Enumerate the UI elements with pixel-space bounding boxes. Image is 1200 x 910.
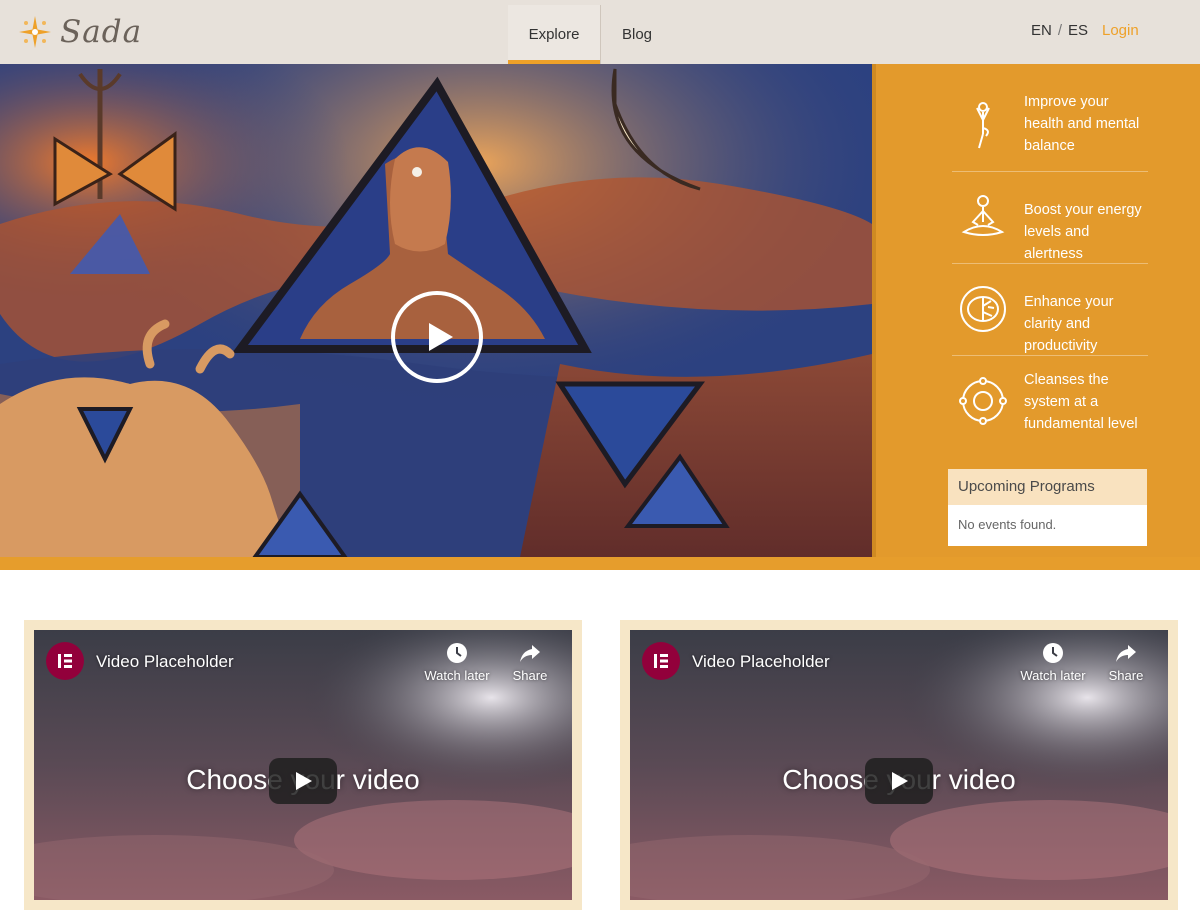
- sun-logo-icon: [19, 16, 51, 48]
- site-logo[interactable]: Sada: [18, 10, 142, 54]
- benefit-text: Boost your energy levels and alertness: [1024, 202, 1142, 262]
- benefit-text: Improve your health and mental balance: [1024, 94, 1140, 154]
- share-label: Share: [512, 668, 548, 683]
- watch-later-button[interactable]: Watch later: [422, 642, 492, 683]
- hero-play-button[interactable]: [389, 289, 485, 385]
- video-title[interactable]: Video Placeholder: [692, 652, 830, 672]
- video-card: Video Placeholder Watch later Share Choo…: [24, 620, 582, 910]
- clock-icon: [447, 643, 467, 663]
- language-switcher: EN / ES: [1031, 22, 1088, 39]
- benefit-item: Enhance your clarity and productivity: [952, 264, 1148, 356]
- site-header: Sada Explore Blog EN / ES Login: [0, 0, 1200, 64]
- share-icon: [1116, 645, 1136, 662]
- upcoming-programs: Upcoming Programs No events found.: [948, 469, 1147, 546]
- video-card: Video Placeholder Watch later Share Choo…: [620, 620, 1178, 910]
- elementor-logo-icon[interactable]: [642, 642, 680, 680]
- share-icon: [520, 645, 540, 662]
- meditation-icon: [961, 195, 1005, 236]
- hero-painting[interactable]: [0, 64, 872, 557]
- lang-es[interactable]: ES: [1068, 22, 1088, 39]
- programs-title: Upcoming Programs: [948, 469, 1147, 505]
- benefit-text: Cleanses the system at a fundamental lev…: [1024, 372, 1138, 432]
- benefits-panel: Improve your health and mental balance B…: [872, 64, 1200, 557]
- share-label: Share: [1108, 668, 1144, 683]
- share-button[interactable]: Share: [1106, 642, 1146, 683]
- lang-separator: /: [1057, 22, 1063, 39]
- watch-later-button[interactable]: Watch later: [1018, 642, 1088, 683]
- lang-en[interactable]: EN: [1031, 22, 1052, 39]
- video-player[interactable]: Video Placeholder Watch later Share Choo…: [630, 630, 1168, 900]
- main-nav: Explore Blog: [508, 5, 673, 64]
- play-icon: [892, 772, 908, 790]
- watch-later-label: Watch later: [1020, 668, 1086, 683]
- logo-text: Sada: [60, 14, 143, 50]
- share-button[interactable]: Share: [510, 642, 550, 683]
- benefit-text: Enhance your clarity and productivity: [1024, 294, 1114, 354]
- watch-later-label: Watch later: [424, 668, 490, 683]
- clock-icon: [1043, 643, 1063, 663]
- video-player[interactable]: Video Placeholder Watch later Share Choo…: [34, 630, 572, 900]
- hero-divider: [0, 557, 1200, 570]
- tree-pose-icon: [976, 102, 990, 149]
- play-icon: [296, 772, 312, 790]
- orbit-icon: [959, 377, 1007, 425]
- login-link[interactable]: Login: [1102, 22, 1139, 39]
- benefit-item: Cleanses the system at a fundamental lev…: [952, 356, 1148, 448]
- programs-empty-message: No events found.: [958, 517, 1057, 532]
- elementor-logo-icon[interactable]: [46, 642, 84, 680]
- benefit-item: Improve your health and mental balance: [952, 80, 1148, 172]
- nav-blog[interactable]: Blog: [601, 5, 673, 64]
- video-title[interactable]: Video Placeholder: [96, 652, 234, 672]
- hero-section: Improve your health and mental balance B…: [0, 64, 1200, 570]
- video-play-button[interactable]: [269, 758, 337, 804]
- moon-icon: [1149, 12, 1182, 49]
- video-play-button[interactable]: [865, 758, 933, 804]
- nav-explore[interactable]: Explore: [508, 5, 600, 64]
- brain-icon: [960, 286, 1006, 332]
- benefit-item: Boost your energy levels and alertness: [952, 172, 1148, 264]
